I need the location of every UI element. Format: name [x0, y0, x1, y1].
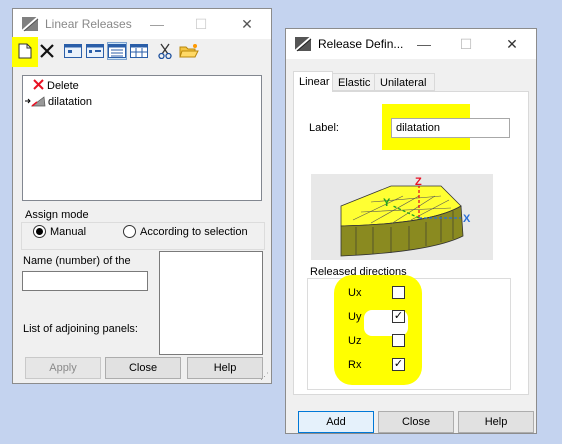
tab-linear[interactable]: Linear: [293, 71, 333, 92]
y-axis-label: Y: [383, 197, 391, 209]
direction-label: Ux: [348, 287, 362, 299]
list-item[interactable]: Delete: [33, 79, 79, 93]
red-x-icon: [33, 79, 47, 93]
list-item-label: dilatation: [48, 96, 93, 108]
help-button[interactable]: Help: [187, 357, 263, 379]
direction-uz[interactable]: Uz: [346, 334, 426, 350]
label-caption: Label:: [309, 122, 339, 134]
radio-according-to-selection[interactable]: According to selection: [123, 225, 248, 238]
release-definition-window: Release Defin... — ☐ ✕ Linear Elastic Un…: [285, 28, 537, 434]
table-view-icon[interactable]: [129, 42, 149, 60]
tab-elastic[interactable]: Elastic: [333, 73, 375, 91]
resize-grip-icon[interactable]: ⋰: [260, 371, 269, 382]
radio-empty-icon: [123, 225, 136, 238]
direction-rx[interactable]: Rx ✓: [346, 358, 426, 374]
assign-mode-label: Assign mode: [23, 209, 91, 221]
toolbar: [12, 37, 271, 67]
direction-label: Uy: [348, 311, 362, 323]
delete-x-icon[interactable]: [37, 42, 57, 60]
maximize-button[interactable]: ☐: [450, 29, 482, 59]
release-diagram: Z Y X: [311, 174, 493, 260]
help-button[interactable]: Help: [458, 411, 534, 433]
open-folder-icon[interactable]: [179, 42, 199, 60]
checkbox-rx[interactable]: ✓: [392, 358, 405, 371]
adjoining-label: List of adjoining panels:: [23, 323, 138, 335]
direction-uy[interactable]: Uy ✓: [346, 310, 426, 326]
close-button[interactable]: Close: [105, 357, 181, 379]
list-item-label: Delete: [47, 80, 79, 92]
close-window-button[interactable]: ✕: [496, 29, 528, 59]
label-value: dilatation: [396, 122, 441, 134]
releases-list[interactable]: Delete dilatation: [22, 75, 262, 201]
direction-ux[interactable]: Ux: [346, 286, 426, 302]
maximize-button[interactable]: ☐: [185, 9, 217, 39]
name-label: Name (number) of the: [23, 255, 131, 267]
direction-label: Uz: [348, 335, 362, 347]
direction-label: Rx: [348, 359, 362, 371]
release-icon: [24, 95, 48, 110]
apply-button[interactable]: Apply: [25, 357, 101, 379]
radio-selected-icon: [33, 225, 46, 238]
radio-label: Manual: [50, 225, 87, 238]
radio-manual[interactable]: Manual: [33, 225, 86, 238]
list-item[interactable]: dilatation: [24, 95, 92, 109]
radio-label: According to selection: [140, 225, 248, 238]
name-input[interactable]: [22, 271, 148, 291]
tab-panel: Label: dilatation Z Y X Released directi…: [293, 91, 529, 395]
cut-icon[interactable]: [155, 42, 175, 60]
app-icon: [294, 35, 312, 53]
window-title: Release Defin...: [318, 37, 404, 51]
window-title: Linear Releases: [45, 17, 132, 31]
checkbox-ux[interactable]: [392, 286, 405, 299]
x-axis-label: X: [463, 213, 471, 225]
title-bar[interactable]: Linear Releases — ☐ ✕: [13, 9, 271, 39]
close-button[interactable]: Close: [378, 411, 454, 433]
checkbox-uz[interactable]: [392, 334, 405, 347]
add-button[interactable]: Add: [298, 411, 374, 433]
checkbox-uy[interactable]: ✓: [392, 310, 405, 323]
minimize-button[interactable]: —: [408, 29, 440, 59]
z-axis-label: Z: [415, 176, 422, 188]
title-bar[interactable]: Release Defin... — ☐ ✕: [286, 29, 536, 59]
minimize-button[interactable]: —: [141, 9, 173, 39]
label-input[interactable]: dilatation: [391, 118, 510, 138]
close-window-button[interactable]: ✕: [231, 9, 263, 39]
view-alt-icon[interactable]: [85, 42, 105, 60]
adjoining-panels-box[interactable]: [159, 251, 263, 355]
tab-unilateral[interactable]: Unilateral: [375, 73, 435, 91]
app-icon: [21, 15, 39, 33]
grid-view-icon[interactable]: [107, 42, 127, 60]
linear-releases-window: Linear Releases — ☐ ✕ Delete dilatation …: [12, 8, 272, 384]
new-document-icon[interactable]: [15, 42, 35, 60]
view-icon[interactable]: [63, 42, 83, 60]
